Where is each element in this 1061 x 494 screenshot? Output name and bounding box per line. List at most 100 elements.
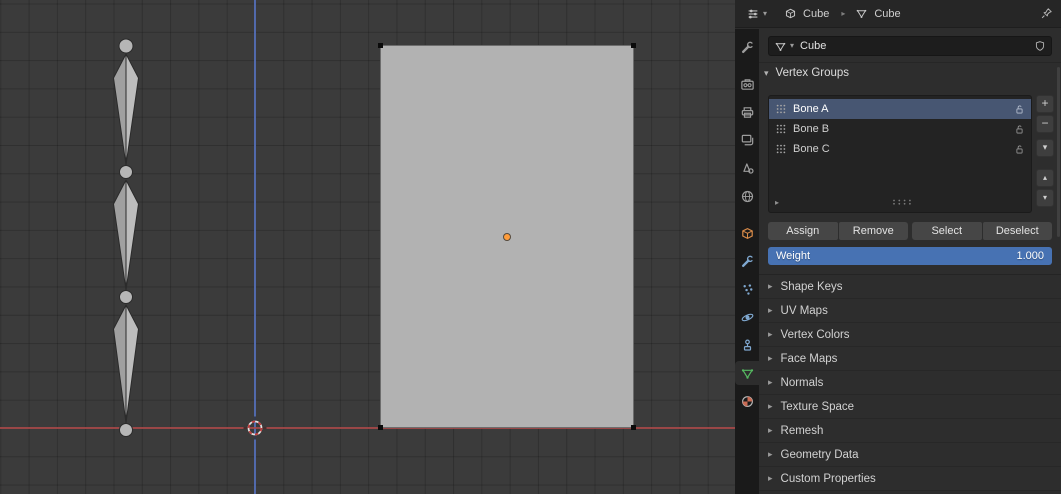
scene-icon (742, 162, 754, 174)
tab-output[interactable] (735, 100, 759, 124)
collapsed-panels: ▸ Shape Keys ▸ UV Maps ▸ Vertex Colors ▸ Fac… (759, 274, 1061, 491)
collapsed-caret-icon: ▸ (768, 329, 773, 339)
panel-label: Shape Keys (780, 280, 843, 293)
vertex-groups-panel-header[interactable]: ▾ Vertex Groups (764, 67, 849, 79)
panel-texture-space[interactable]: ▸ Texture Space (759, 395, 1061, 419)
collapsed-caret-icon: ▸ (768, 353, 773, 363)
properties-panel-body: ▾ Cube ▾ Vertex Groups Bone A Bone B Bon… (759, 29, 1061, 494)
select-deselect-group: Select Deselect (912, 222, 1052, 240)
breadcrumb-object-label: Cube (803, 7, 830, 20)
panel-label: Texture Space (780, 400, 855, 413)
breadcrumb-mesh: Cube (855, 7, 901, 20)
select-button[interactable]: Select (912, 222, 982, 240)
assign-button[interactable]: Assign (768, 222, 838, 240)
collapsed-caret-icon: ▸ (768, 281, 773, 291)
constraints-icon (743, 339, 751, 351)
move-group-up-button[interactable]: ▴ (1036, 169, 1054, 187)
lock-toggle[interactable] (1014, 104, 1025, 115)
resize-grip-icon[interactable] (891, 198, 913, 206)
tab-tool[interactable] (735, 35, 759, 59)
vertex-group-row[interactable]: Bone C (769, 139, 1031, 159)
lock-open-icon (1016, 104, 1023, 113)
deselect-button[interactable]: Deselect (982, 222, 1052, 240)
tab-object-data[interactable] (735, 361, 759, 385)
view-layer-icon (741, 134, 753, 145)
mesh-vertex[interactable] (631, 43, 636, 48)
vertex-group-actions: Assign Remove Select Deselect (768, 222, 1052, 240)
panel-label: Custom Properties (780, 472, 876, 485)
editor-type-button[interactable]: ▾ (743, 5, 770, 23)
cube-mesh[interactable] (378, 43, 636, 430)
mesh-data-icon (857, 9, 867, 19)
lock-toggle[interactable] (1014, 144, 1025, 155)
tab-physics[interactable] (735, 305, 759, 329)
tab-render[interactable] (735, 72, 759, 96)
vertex-group-name: Bone B (793, 123, 830, 135)
object-data-icon (741, 368, 753, 379)
tab-world[interactable] (735, 184, 759, 208)
vertex-groups-list: Bone A Bone B Bone C ▸ (768, 95, 1032, 213)
weight-label: Weight (776, 250, 811, 262)
panel-shape-keys[interactable]: ▸ Shape Keys (759, 275, 1061, 299)
object-origin-dot (504, 234, 510, 240)
panel-label: Normals (780, 376, 824, 389)
tab-view-layer[interactable] (735, 128, 759, 152)
tab-scene[interactable] (735, 156, 759, 180)
remove-vertex-group-button[interactable]: − (1036, 115, 1054, 133)
mesh-vertex[interactable] (378, 43, 383, 48)
render-icon (740, 78, 754, 90)
move-group-down-button[interactable]: ▾ (1036, 189, 1054, 207)
panel-face-maps[interactable]: ▸ Face Maps (759, 347, 1061, 371)
collapsed-caret-icon: ▸ (768, 473, 773, 483)
tab-material[interactable] (735, 389, 759, 413)
panel-label: Vertex Colors (780, 328, 850, 341)
weight-value: 1.000 (1016, 250, 1044, 262)
particles-icon (742, 283, 752, 295)
vertex-group-name: Bone A (793, 103, 829, 115)
chevron-down-icon: ▾ (790, 41, 795, 50)
mesh-vertex[interactable] (378, 425, 383, 430)
panel-vertex-colors[interactable]: ▸ Vertex Colors (759, 323, 1061, 347)
blender-window: ▾ Cube ▸ Cube ▾ Cube ▾ Vertex Groups Bon… (0, 0, 1061, 494)
material-icon (741, 395, 753, 407)
panel-geometry-data[interactable]: ▸ Geometry Data (759, 443, 1061, 467)
expanded-caret-icon: ▾ (764, 67, 769, 78)
filter-expand-caret-icon[interactable]: ▸ (775, 198, 779, 207)
weight-slider[interactable]: Weight 1.000 (768, 247, 1052, 265)
panel-custom-properties[interactable]: ▸ Custom Properties (759, 467, 1061, 491)
vertex-groups-title: Vertex Groups (775, 67, 850, 79)
mesh-datablock-selector[interactable]: ▾ Cube (768, 36, 1052, 56)
panel-label: UV Maps (780, 304, 828, 317)
remove-button[interactable]: Remove (838, 222, 908, 240)
panel-uv-maps[interactable]: ▸ UV Maps (759, 299, 1061, 323)
panel-normals[interactable]: ▸ Normals (759, 371, 1061, 395)
mesh-name-field[interactable]: Cube (797, 40, 1031, 52)
properties-tab-strip (735, 29, 759, 494)
world-icon (741, 190, 753, 202)
panel-remesh[interactable]: ▸ Remesh (759, 419, 1061, 443)
object-cube-icon (785, 8, 796, 19)
object-properties-icon (741, 227, 753, 239)
pin-toggle[interactable] (1040, 7, 1053, 20)
tab-object[interactable] (735, 221, 759, 245)
vertex-group-specials-button[interactable]: ▾ (1036, 139, 1054, 157)
3d-viewport[interactable] (0, 0, 735, 494)
3d-cursor (243, 416, 267, 440)
mesh-data-icon (775, 42, 786, 51)
tab-particles[interactable] (735, 277, 759, 301)
collapsed-caret-icon: ▸ (768, 401, 773, 411)
tab-constraints[interactable] (735, 333, 759, 357)
lock-toggle[interactable] (1014, 124, 1025, 135)
add-vertex-group-button[interactable]: + (1036, 95, 1054, 113)
properties-editor: ▾ Cube ▸ Cube ▾ Cube ▾ Vertex Groups Bon… (735, 0, 1061, 494)
breadcrumb-object: Cube (784, 7, 829, 20)
mesh-vertex[interactable] (631, 425, 636, 430)
fake-user-shield-icon[interactable] (1034, 40, 1046, 52)
scrollbar-thumb[interactable] (1057, 67, 1060, 237)
collapsed-caret-icon: ▸ (768, 425, 773, 435)
vertex-group-row[interactable]: Bone A (769, 99, 1031, 119)
panel-label: Face Maps (780, 352, 838, 365)
properties-header: ▾ Cube ▸ Cube (735, 0, 1061, 28)
vertex-group-row[interactable]: Bone B (769, 119, 1031, 139)
tab-modifiers[interactable] (735, 249, 759, 273)
